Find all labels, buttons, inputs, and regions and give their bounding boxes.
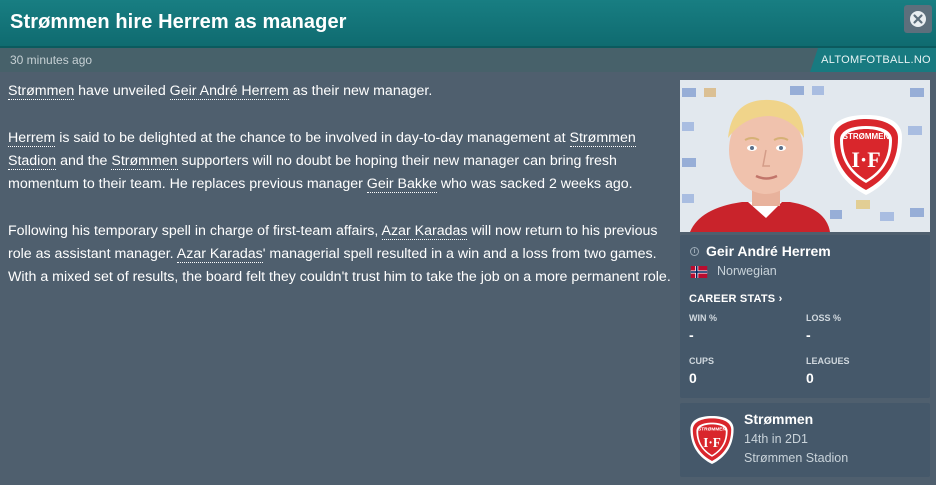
article-text: have unveiled xyxy=(74,83,170,99)
article-text: is said to be delighted at the chance to… xyxy=(55,129,570,146)
leagues-value: 0 xyxy=(806,370,814,386)
article-text: who was sacked 2 weeks ago. xyxy=(436,176,633,193)
loss-percent-label: LOSS % xyxy=(806,313,842,323)
cups-label: CUPS xyxy=(689,356,715,366)
manager-name[interactable]: Geir André Herrem xyxy=(706,243,831,259)
article-paragraph-3: Following his temporary spell in charge … xyxy=(8,220,680,290)
norway-flag-icon xyxy=(690,266,708,278)
svg-text:STRØMMEN: STRØMMEN xyxy=(698,426,727,432)
article-paragraph-2: Herrem is said to be delighted at the ch… xyxy=(8,127,680,197)
win-percent-label: WIN % xyxy=(689,313,717,323)
article-text: and the xyxy=(56,152,112,169)
info-icon[interactable]: i xyxy=(690,247,699,256)
news-article: Strømmen have unveiled Geir André Herrem… xyxy=(8,80,680,313)
manager-card[interactable]: i Geir André Herrem Norwegian CAREER STA… xyxy=(680,235,930,398)
svg-text:I·F: I·F xyxy=(851,147,880,172)
win-percent-value: - xyxy=(689,327,694,343)
loss-percent-value: - xyxy=(806,327,811,343)
club-badge-icon: STRØMMEN I·F xyxy=(690,416,734,464)
svg-text:STRØMMEN: STRØMMEN xyxy=(843,132,890,141)
manager-link[interactable]: Geir André Herrem xyxy=(169,83,289,100)
club-link[interactable]: Strømmen xyxy=(8,83,75,100)
article-text: Following his temporary spell in charge … xyxy=(8,222,382,239)
club-name[interactable]: Strømmen xyxy=(744,411,813,427)
manager-nationality: Norwegian xyxy=(717,264,777,278)
manager-portrait: STRØMMEN I·F xyxy=(680,80,930,232)
club-card[interactable]: STRØMMEN I·F Strømmen 14th in 2D1 Strømm… xyxy=(680,403,930,477)
close-icon xyxy=(910,11,926,27)
club-link[interactable]: Strømmen xyxy=(111,152,178,170)
caretaker-link[interactable]: Azar Karadas xyxy=(381,222,468,240)
manager-link[interactable]: Herrem xyxy=(8,129,56,147)
leagues-label: LEAGUES xyxy=(806,356,850,366)
previous-manager-link[interactable]: Geir Bakke xyxy=(366,176,437,194)
club-league-position: 14th in 2D1 xyxy=(744,432,808,446)
cups-value: 0 xyxy=(689,370,697,386)
article-text: as their new manager. xyxy=(288,83,433,99)
news-header: Strømmen hire Herrem as manager xyxy=(0,0,936,48)
news-meta-bar: 30 minutes ago ALTOMFOTBALL.NO xyxy=(0,48,936,72)
caretaker-link[interactable]: Azar Karadas xyxy=(176,246,263,264)
svg-text:I·F: I·F xyxy=(703,435,721,450)
manager-photo[interactable]: STRØMMEN I·F xyxy=(680,80,930,232)
career-stats-link[interactable]: CAREER STATS › xyxy=(689,293,782,305)
news-timestamp: 30 minutes ago xyxy=(10,53,93,67)
article-paragraph-1: Strømmen have unveiled Geir André Herrem… xyxy=(8,80,680,103)
club-stadium: Strømmen Stadion xyxy=(744,451,849,465)
news-source[interactable]: ALTOMFOTBALL.NO xyxy=(810,48,936,72)
news-title: Strømmen hire Herrem as manager xyxy=(10,11,347,33)
close-button[interactable] xyxy=(904,5,932,33)
